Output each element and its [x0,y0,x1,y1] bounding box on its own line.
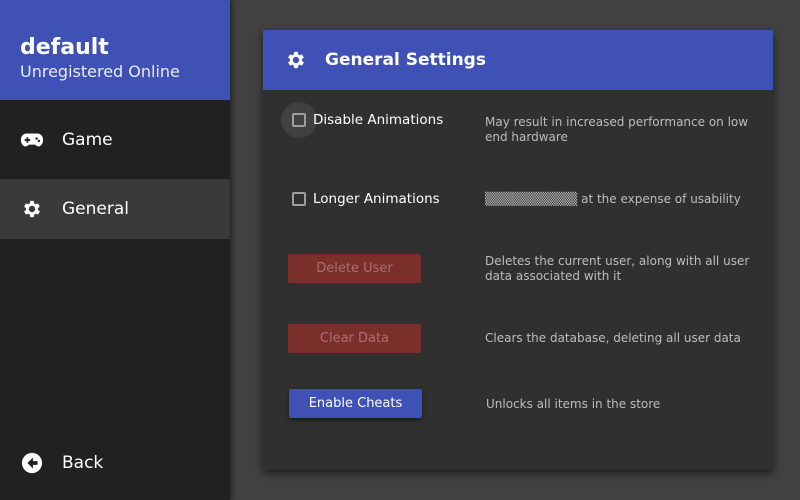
setting-description: Clears the database, deleting all user d… [485,331,741,345]
checkbox-label: Longer Animations [313,191,440,207]
sidebar-item-label: Game [62,130,113,150]
checkbox-ripple [281,102,317,138]
setting-description: ▒▒▒▒▒▒▒▒▒▒ at the expense of usability [485,192,741,206]
clear-data-button[interactable]: Clear Data [288,324,421,353]
delete-user-button[interactable]: Delete User [288,254,421,283]
setting-description: Unlocks all items in the store [486,397,661,411]
panel-header: General Settings [263,30,773,90]
setting-description: May result in increased performance on l… [485,115,749,144]
sidebar-item-back[interactable]: Back [0,433,230,493]
user-profile-header: default Unregistered Online [0,0,230,100]
gear-icon [20,197,44,221]
sidebar-item-label: General [62,199,129,219]
checkbox-label: Disable Animations [313,112,444,128]
gear-icon [285,49,307,71]
checkbox-ripple [281,181,317,217]
enable-cheats-button[interactable]: Enable Cheats [289,389,422,418]
gamepad-icon [20,128,44,152]
sidebar-item-label: Back [62,453,104,473]
setting-description: Deletes the current user, along with all… [485,254,750,283]
general-settings-panel: General Settings Disable Animations May … [263,30,773,470]
page-title: General Settings [325,50,486,70]
checkbox-box[interactable] [292,192,306,206]
sidebar-item-game[interactable]: Game [0,110,230,170]
back-arrow-icon [20,451,44,475]
disable-animations-checkbox[interactable]: Disable Animations [281,102,443,138]
sidebar-item-general[interactable]: General [0,179,230,239]
sidebar: default Unregistered Online Game General [0,0,230,500]
profile-status: Unregistered Online [20,62,180,81]
checkbox-box[interactable] [292,113,306,127]
profile-name: default [20,35,109,60]
longer-animations-checkbox[interactable]: Longer Animations [281,181,440,217]
